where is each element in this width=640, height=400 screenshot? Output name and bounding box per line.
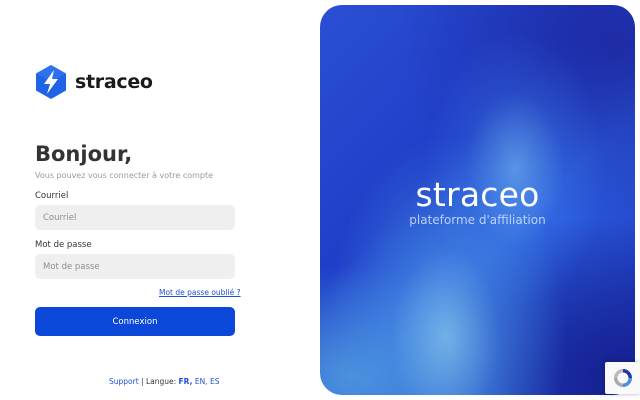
lightning-hexagon-icon <box>36 65 66 99</box>
panel-title: straceo <box>415 175 540 214</box>
footer: Support | Langue: FR, EN, ES <box>109 377 219 386</box>
login-subtitle: Vous pouvez vous connecter à votre compt… <box>35 171 214 180</box>
email-label: Courriel <box>35 191 69 201</box>
login-section: straceo Bonjour, Vous pouvez vous connec… <box>0 0 320 400</box>
page-title: Bonjour, <box>35 142 133 166</box>
brand-name: straceo <box>75 71 153 93</box>
support-link[interactable]: Support <box>109 377 139 386</box>
language-es[interactable]: ES <box>210 377 220 386</box>
footer-separator: | <box>141 377 144 386</box>
email-field[interactable] <box>35 205 235 230</box>
brand-panel: straceo plateforme d'affiliation <box>320 5 635 395</box>
panel-subtitle: plateforme d'affiliation <box>409 213 546 227</box>
recaptcha-icon <box>613 369 632 387</box>
language-fr[interactable]: FR, <box>179 377 193 386</box>
recaptcha-badge[interactable] <box>605 362 640 394</box>
language-en[interactable]: EN, <box>195 377 208 386</box>
language-prefix: Langue: <box>145 377 177 386</box>
forgot-password-link[interactable]: Mot de passe oublié ? <box>159 288 241 297</box>
brand-logo: straceo <box>34 64 153 100</box>
password-field[interactable] <box>35 254 235 279</box>
password-label: Mot de passe <box>35 240 92 250</box>
login-button[interactable]: Connexion <box>35 307 235 336</box>
